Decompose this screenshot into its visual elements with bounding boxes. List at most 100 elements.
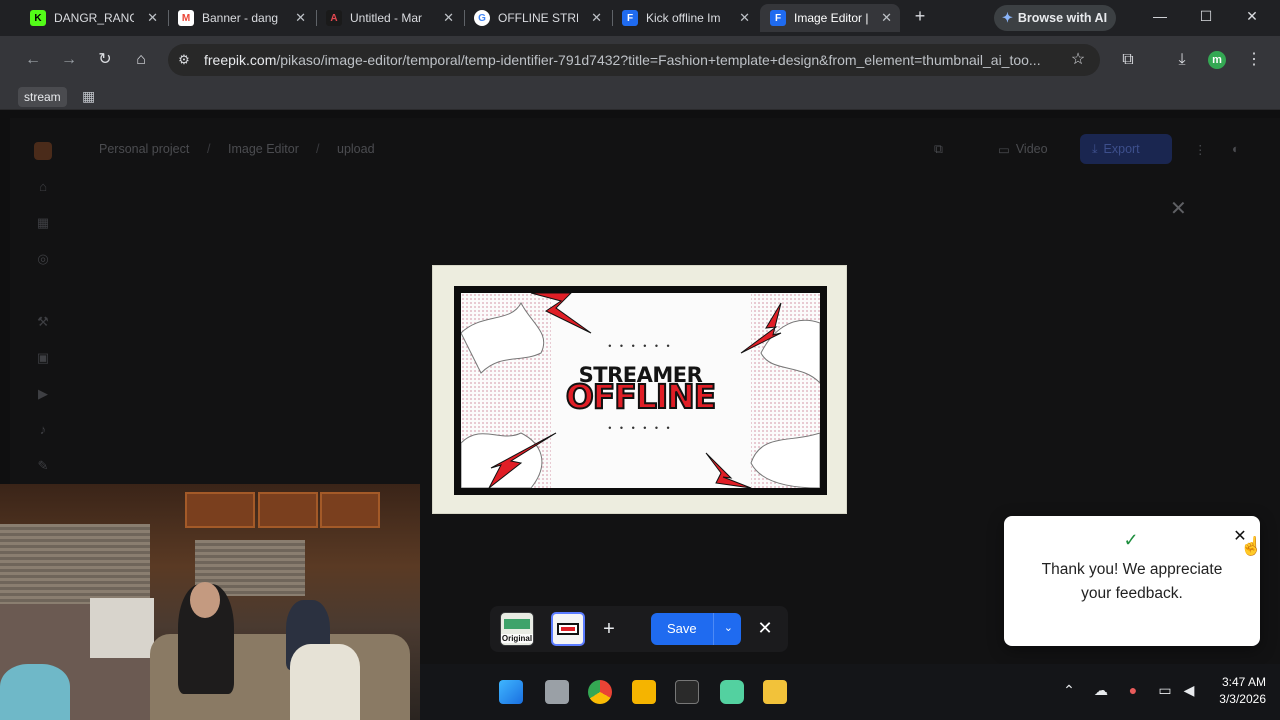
check-icon: ✓ xyxy=(1123,530,1139,550)
streaming-app-icon[interactable] xyxy=(720,680,744,704)
home-icon[interactable]: ⌂ xyxy=(35,179,51,195)
original-label: Original xyxy=(501,634,533,643)
video-icon[interactable]: ▶ xyxy=(35,386,51,402)
star-icon[interactable]: ☆ xyxy=(1068,50,1088,70)
canvas-image[interactable]: • • • • • • STREAMER OFFLINE • • • • • • xyxy=(432,265,847,514)
tools-icon[interactable]: ⚒ xyxy=(35,314,51,330)
share-icon[interactable]: ⧉ xyxy=(926,134,956,164)
breadcrumb-upload[interactable]: upload xyxy=(337,142,375,156)
minimize-icon[interactable]: — xyxy=(1150,8,1170,24)
breadcrumb-image-editor[interactable]: Image Editor xyxy=(228,142,299,156)
globe-icon[interactable]: ◎ xyxy=(35,251,51,267)
bookmark-stream[interactable]: stream xyxy=(18,87,67,107)
save-button[interactable]: Save ⌄ xyxy=(651,613,741,645)
export-button[interactable]: ⤓ Export xyxy=(1080,134,1172,164)
clock-date[interactable]: 3/3/2026 xyxy=(1210,692,1266,706)
tab-image-editor[interactable]: F Image Editor | ✕ xyxy=(760,4,900,32)
webcam-scene xyxy=(0,664,70,720)
tab-close-icon[interactable]: ✕ xyxy=(881,10,892,26)
tab-title: Image Editor | xyxy=(794,11,869,25)
original-thumbnail[interactable]: Original xyxy=(500,612,534,646)
save-divider xyxy=(713,613,714,645)
webcam-scene xyxy=(185,492,255,528)
network-icon[interactable]: ▭ xyxy=(1156,682,1174,699)
browse-with-ai-label: Browse with AI xyxy=(1017,11,1108,25)
toast-message: Thank you! We appreciate your feedback. xyxy=(1041,561,1223,602)
tab-banner[interactable]: M Banner - dang ✕ xyxy=(168,4,314,32)
forward-arrow-icon[interactable]: → xyxy=(59,50,79,70)
thumbnail-accent xyxy=(561,627,575,631)
webcam-overlay xyxy=(0,484,420,720)
apps-grid-icon[interactable]: ▦ xyxy=(82,88,95,105)
freepik-icon: F xyxy=(770,10,786,26)
new-tab-button[interactable]: + xyxy=(910,6,930,27)
cloud-off-icon[interactable]: ☁ xyxy=(1092,682,1110,699)
banner-title-offline: OFFLINE xyxy=(565,376,718,417)
windows-start-icon[interactable] xyxy=(499,680,523,704)
volume-icon[interactable]: ◀ xyxy=(1180,682,1198,699)
menu-kebab-icon[interactable]: ⋮ xyxy=(1244,50,1264,70)
back-arrow-icon[interactable]: ← xyxy=(23,50,43,70)
add-version-button[interactable]: + xyxy=(594,614,624,644)
file-explorer-icon[interactable] xyxy=(763,680,787,704)
tab-offline-stre[interactable]: G OFFLINE STRE ✕ xyxy=(464,4,610,32)
profile-avatar[interactable]: m xyxy=(1208,51,1226,69)
home-icon[interactable]: ⌂ xyxy=(131,50,151,70)
google-icon: G xyxy=(474,10,490,26)
epic-games-icon[interactable] xyxy=(675,680,699,704)
tab-kick-offline[interactable]: F Kick offline Im ✕ xyxy=(612,4,758,32)
grid-icon[interactable]: ▦ xyxy=(35,215,51,231)
tab-title: Untitled - Mar xyxy=(350,11,423,25)
window-close-icon[interactable]: ✕ xyxy=(1242,8,1262,25)
export-icon: ⤓ xyxy=(1092,141,1098,156)
lens-icon[interactable]: ⧉ xyxy=(1118,50,1138,70)
audio-icon[interactable]: ♪ xyxy=(35,422,51,438)
webcam-scene xyxy=(90,598,154,658)
url-text[interactable]: freepik.com/pikaso/image-editor/temporal… xyxy=(204,52,1064,68)
webcam-scene xyxy=(290,644,360,720)
gmail-icon: M xyxy=(178,10,194,26)
image-icon[interactable]: ▣ xyxy=(35,350,51,366)
breadcrumb-personal-project[interactable]: Personal project xyxy=(99,142,189,156)
modal-close-icon[interactable]: ✕ xyxy=(1170,196,1187,221)
edited-thumbnail[interactable] xyxy=(551,612,585,646)
tab-close-icon[interactable]: ✕ xyxy=(591,10,602,26)
webcam-scene xyxy=(0,524,150,604)
editor-action-bar xyxy=(490,606,788,652)
webcam-scene xyxy=(190,582,220,618)
download-icon[interactable]: ⤓ xyxy=(1172,50,1192,70)
edit-icon[interactable]: ✎ xyxy=(35,458,51,474)
tab-close-icon[interactable]: ✕ xyxy=(147,10,158,26)
tab-title: OFFLINE STRE xyxy=(498,11,578,25)
more-kebab-icon[interactable]: ⋮ xyxy=(1190,134,1210,164)
discard-button[interactable]: ✕ xyxy=(754,617,776,639)
breadcrumb-separator: / xyxy=(316,142,320,156)
bookmarks-bar xyxy=(0,84,1280,110)
tab-untitled[interactable]: A Untitled - Mar ✕ xyxy=(316,4,462,32)
tab-close-icon[interactable]: ✕ xyxy=(295,10,306,26)
offline-banner-image: • • • • • • STREAMER OFFLINE • • • • • • xyxy=(454,286,827,495)
user-avatar[interactable]: ◐ xyxy=(1232,134,1258,164)
tab-close-icon[interactable]: ✕ xyxy=(443,10,454,26)
banner-dots-top: • • • • • • xyxy=(608,341,673,351)
rockstar-icon[interactable] xyxy=(632,680,656,704)
tab-title: DANGR_RANG xyxy=(54,11,134,25)
breadcrumb-separator: / xyxy=(207,142,211,156)
reload-icon[interactable]: ↻ xyxy=(95,50,115,70)
tab-close-icon[interactable]: ✕ xyxy=(739,10,750,26)
kick-icon: K xyxy=(30,10,46,26)
site-info-icon[interactable]: ⚙ xyxy=(174,50,194,70)
chevron-up-icon[interactable]: ⌃ xyxy=(1060,682,1078,699)
tab-dangr-rang[interactable]: K DANGR_RANG ✕ xyxy=(20,4,166,32)
tab-title: Banner - dang xyxy=(202,11,279,25)
clock-time[interactable]: 3:47 AM xyxy=(1210,675,1266,689)
chevron-down-icon[interactable]: ⌄ xyxy=(724,621,733,634)
webcam-scene xyxy=(320,492,380,528)
browse-with-ai-button[interactable]: ✦ Browse with AI xyxy=(994,5,1116,31)
task-view-icon[interactable] xyxy=(545,680,569,704)
chrome-icon[interactable] xyxy=(588,680,612,704)
video-button[interactable]: ▭ Video xyxy=(986,134,1060,164)
maximize-icon[interactable]: ☐ xyxy=(1196,8,1216,25)
microphone-icon[interactable]: ● xyxy=(1124,682,1142,698)
video-label: Video xyxy=(1015,142,1048,156)
